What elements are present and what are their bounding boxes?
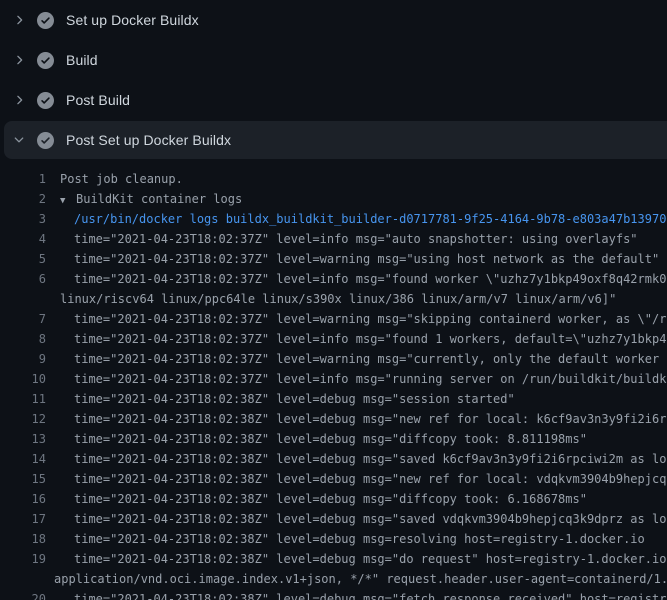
log-line: 18time="2021-04-23T18:02:38Z" level=debu… <box>0 529 667 549</box>
chevron-right-icon <box>12 13 26 27</box>
log-text: time="2021-04-23T18:02:38Z" level=debug … <box>46 449 667 469</box>
log-text: time="2021-04-23T18:02:38Z" level=debug … <box>46 589 667 600</box>
line-number[interactable]: 7 <box>0 309 46 329</box>
step-list: Set up Docker Buildx Build Post Build Post … <box>0 0 667 159</box>
check-circle-icon <box>37 12 54 29</box>
step-title: Set up Docker Buildx <box>66 12 199 28</box>
check-circle-icon <box>37 92 54 109</box>
line-number[interactable]: 10 <box>0 369 46 389</box>
log-line: 2▼BuildKit container logs <box>0 189 667 209</box>
line-number[interactable]: 19 <box>0 549 46 569</box>
line-number[interactable]: 1 <box>0 169 46 189</box>
log-line: 17time="2021-04-23T18:02:38Z" level=debu… <box>0 509 667 529</box>
log-command-text: /usr/bin/docker logs buildx_buildkit_bui… <box>46 209 666 229</box>
log-line: 15time="2021-04-23T18:02:38Z" level=debu… <box>0 469 667 489</box>
step-header-set-up-docker-buildx[interactable]: Set up Docker Buildx <box>0 0 667 40</box>
log-line: 14time="2021-04-23T18:02:38Z" level=debu… <box>0 449 667 469</box>
log-text: application/vnd.oci.image.index.v1+json,… <box>46 569 667 589</box>
line-number[interactable]: 6 <box>0 269 46 289</box>
line-number[interactable]: 4 <box>0 229 46 249</box>
log-text: time="2021-04-23T18:02:37Z" level=warnin… <box>46 309 667 329</box>
log-line: 1Post job cleanup. <box>0 169 667 189</box>
log-lines: 1Post job cleanup.2▼BuildKit container l… <box>0 160 667 600</box>
group-label: BuildKit container logs <box>76 192 242 206</box>
line-number[interactable]: 2 <box>0 189 46 209</box>
log-line: 4time="2021-04-23T18:02:37Z" level=info … <box>0 229 667 249</box>
log-text: time="2021-04-23T18:02:37Z" level=info m… <box>46 329 667 349</box>
log-line: 7time="2021-04-23T18:02:37Z" level=warni… <box>0 309 667 329</box>
log-text: time="2021-04-23T18:02:37Z" level=info m… <box>46 369 667 389</box>
log-line: 10time="2021-04-23T18:02:37Z" level=info… <box>0 369 667 389</box>
log-line: 6time="2021-04-23T18:02:37Z" level=info … <box>0 269 667 289</box>
line-number[interactable]: 20 <box>0 589 46 600</box>
log-text: time="2021-04-23T18:02:38Z" level=debug … <box>46 469 667 489</box>
log-text: time="2021-04-23T18:02:38Z" level=debug … <box>46 429 587 449</box>
chevron-right-icon <box>12 93 26 107</box>
log-line: 13time="2021-04-23T18:02:38Z" level=debu… <box>0 429 667 449</box>
line-number[interactable]: 9 <box>0 349 46 369</box>
log-line-wrap: linux/riscv64 linux/ppc64le linux/s390x … <box>0 289 667 309</box>
step-title: Post Set up Docker Buildx <box>66 132 231 148</box>
log-text: time="2021-04-23T18:02:38Z" level=debug … <box>46 509 667 529</box>
line-number[interactable]: 8 <box>0 329 46 349</box>
log-text: time="2021-04-23T18:02:38Z" level=debug … <box>46 529 645 549</box>
line-number <box>0 289 46 309</box>
log-text: ▼BuildKit container logs <box>46 189 242 209</box>
log-line: 12time="2021-04-23T18:02:38Z" level=debu… <box>0 409 667 429</box>
log-text: time="2021-04-23T18:02:37Z" level=warnin… <box>46 349 667 369</box>
step-title: Build <box>66 52 98 68</box>
log-line: 8time="2021-04-23T18:02:37Z" level=info … <box>0 329 667 349</box>
log-line: 19time="2021-04-23T18:02:38Z" level=debu… <box>0 549 667 569</box>
log-text: time="2021-04-23T18:02:37Z" level=info m… <box>46 269 667 289</box>
log-text: time="2021-04-23T18:02:38Z" level=debug … <box>46 409 667 429</box>
log-line: 16time="2021-04-23T18:02:38Z" level=debu… <box>0 489 667 509</box>
step-header-build[interactable]: Build <box>0 40 667 80</box>
line-number[interactable]: 12 <box>0 409 46 429</box>
log-line: 20time="2021-04-23T18:02:38Z" level=debu… <box>0 589 667 600</box>
log-text: linux/riscv64 linux/ppc64le linux/s390x … <box>46 289 616 309</box>
chevron-down-icon <box>12 133 26 147</box>
check-circle-icon <box>37 52 54 69</box>
step-title: Post Build <box>66 92 130 108</box>
log-line: 5time="2021-04-23T18:02:37Z" level=warni… <box>0 249 667 269</box>
line-number <box>0 569 46 589</box>
check-circle-icon <box>37 132 54 149</box>
log-text: time="2021-04-23T18:02:38Z" level=debug … <box>46 489 587 509</box>
chevron-right-icon <box>12 53 26 67</box>
line-number[interactable]: 11 <box>0 389 46 409</box>
log-text: Post job cleanup. <box>46 169 183 189</box>
log-line: 11time="2021-04-23T18:02:38Z" level=debu… <box>0 389 667 409</box>
line-number[interactable]: 14 <box>0 449 46 469</box>
group-collapse-triangle-icon[interactable]: ▼ <box>60 191 76 209</box>
actions-log-panel: Set up Docker Buildx Build Post Build Post … <box>0 0 667 600</box>
step-header-post-build[interactable]: Post Build <box>0 80 667 120</box>
line-number[interactable]: 16 <box>0 489 46 509</box>
line-number[interactable]: 15 <box>0 469 46 489</box>
line-number[interactable]: 5 <box>0 249 46 269</box>
log-text: time="2021-04-23T18:02:38Z" level=debug … <box>46 389 515 409</box>
line-number[interactable]: 17 <box>0 509 46 529</box>
line-number[interactable]: 3 <box>0 209 46 229</box>
line-number[interactable]: 13 <box>0 429 46 449</box>
log-line-wrap: application/vnd.oci.image.index.v1+json,… <box>0 569 667 589</box>
log-text: time="2021-04-23T18:02:37Z" level=info m… <box>46 229 638 249</box>
log-text: time="2021-04-23T18:02:37Z" level=warnin… <box>46 249 659 269</box>
line-number[interactable]: 18 <box>0 529 46 549</box>
log-text: time="2021-04-23T18:02:38Z" level=debug … <box>46 549 667 569</box>
log-line: 3/usr/bin/docker logs buildx_buildkit_bu… <box>0 209 667 229</box>
log-line: 9time="2021-04-23T18:02:37Z" level=warni… <box>0 349 667 369</box>
step-header-post-set-up-docker-buildx[interactable]: Post Set up Docker Buildx <box>4 121 667 159</box>
